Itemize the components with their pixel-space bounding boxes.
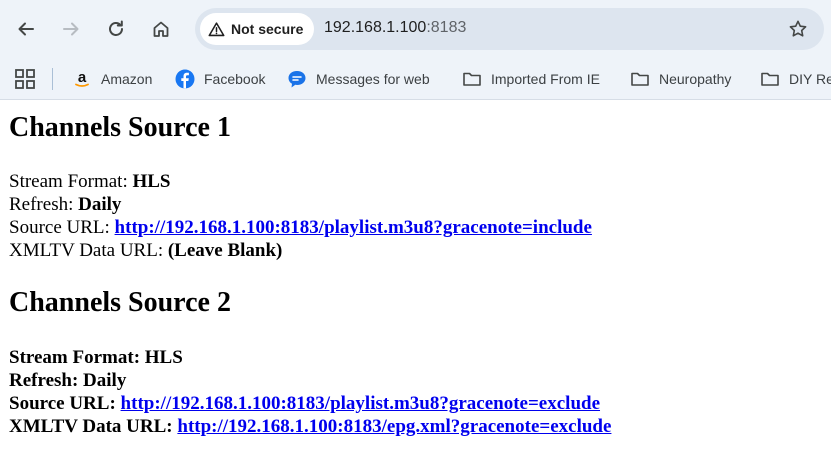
stream-format-value: HLS	[144, 347, 183, 368]
source-url-link[interactable]: http://192.168.1.100:8183/playlist.m3u8?…	[121, 393, 600, 414]
stream-format-label: Stream Format:	[9, 171, 133, 192]
arrow-right-icon	[63, 22, 79, 36]
refresh-value: Daily	[78, 194, 122, 215]
bookmark-folder-neuropathy[interactable]: Neuropathy	[630, 66, 731, 92]
home-button[interactable]	[145, 13, 177, 45]
facebook-icon	[175, 69, 195, 89]
stream-format-value: HLS	[132, 171, 171, 192]
bookmark-messages[interactable]: Messages for web	[287, 66, 430, 92]
browser-toolbar: Not secure 192.168.1.100:8183	[0, 0, 831, 58]
source-1-stream-format: Stream Format: HLS	[9, 170, 171, 193]
source-url-link[interactable]: http://192.168.1.100:8183/playlist.m3u8?…	[115, 217, 592, 238]
bookmark-label: Amazon	[101, 71, 153, 87]
url-host: 192.168.1.100	[324, 19, 427, 36]
refresh-label: Refresh:	[9, 194, 79, 215]
bookmark-label: Facebook	[204, 71, 266, 87]
folder-icon	[631, 72, 649, 86]
security-label: Not secure	[231, 21, 304, 37]
star-icon	[789, 20, 807, 37]
source-1-source-url: Source URL: http://192.168.1.100:8183/pl…	[9, 216, 592, 239]
forward-button[interactable]	[55, 13, 87, 45]
folder-icon	[463, 72, 481, 86]
bookmark-label: Neuropathy	[659, 71, 732, 87]
source-2-refresh: Refresh: Daily	[9, 369, 126, 392]
source-2-source-url: Source URL: http://192.168.1.100:8183/pl…	[9, 392, 600, 415]
arrow-left-icon	[18, 22, 34, 36]
source-2-xmltv: XMLTV Data URL: http://192.168.1.100:818…	[9, 415, 611, 438]
source-url-label: Source URL:	[9, 393, 121, 414]
source-1-heading: Channels Source 1	[9, 112, 231, 143]
amazon-icon: a	[75, 69, 89, 87]
bookmark-folder-diy[interactable]: DIY Re	[760, 66, 831, 92]
source-2-stream-format: Stream Format: HLS	[9, 346, 183, 369]
url-port: :8183	[426, 19, 467, 36]
apps-grid-icon[interactable]	[14, 68, 36, 90]
bookmarks-bar: a Amazon Facebook Messages for web Impor…	[0, 58, 831, 100]
folder-icon	[761, 72, 779, 86]
bookmark-facebook[interactable]: Facebook	[175, 66, 265, 92]
bookmark-folder-imported[interactable]: Imported From IE	[462, 66, 600, 92]
back-button[interactable]	[10, 13, 42, 45]
refresh-label: Refresh:	[9, 370, 84, 391]
xmltv-value: (Leave Blank)	[167, 240, 283, 261]
xmltv-label: XMLTV Data URL:	[9, 240, 168, 261]
address-bar[interactable]: Not secure 192.168.1.100:8183	[195, 8, 824, 50]
bookmark-amazon[interactable]: a Amazon	[72, 66, 152, 92]
refresh-value: Daily	[83, 370, 127, 391]
home-icon	[153, 21, 169, 37]
bookmark-label: Messages for web	[316, 71, 430, 87]
reload-button[interactable]	[100, 13, 132, 45]
svg-text:a: a	[78, 69, 87, 86]
xmltv-label: XMLTV Data URL:	[9, 416, 178, 437]
page-content: Channels Source 1 Stream Format: HLS Ref…	[9, 101, 831, 469]
stream-format-label: Stream Format:	[9, 347, 145, 368]
source-1-refresh: Refresh: Daily	[9, 193, 121, 216]
bookmark-star-button[interactable]	[786, 17, 810, 41]
source-url-label: Source URL:	[9, 217, 115, 238]
bookmark-label: DIY Re	[789, 71, 831, 87]
source-1-xmltv: XMLTV Data URL: (Leave Blank)	[9, 239, 282, 262]
bookmark-label: Imported From IE	[491, 71, 600, 87]
source-2-heading: Channels Source 2	[9, 287, 231, 318]
messages-icon	[288, 71, 306, 88]
url-text[interactable]: 192.168.1.100:8183	[324, 19, 466, 37]
security-indicator[interactable]: Not secure	[200, 13, 315, 45]
bookmarks-divider	[52, 68, 53, 90]
reload-icon	[109, 20, 123, 36]
xmltv-link[interactable]: http://192.168.1.100:8183/epg.xml?gracen…	[177, 416, 611, 437]
warning-icon	[208, 21, 225, 36]
